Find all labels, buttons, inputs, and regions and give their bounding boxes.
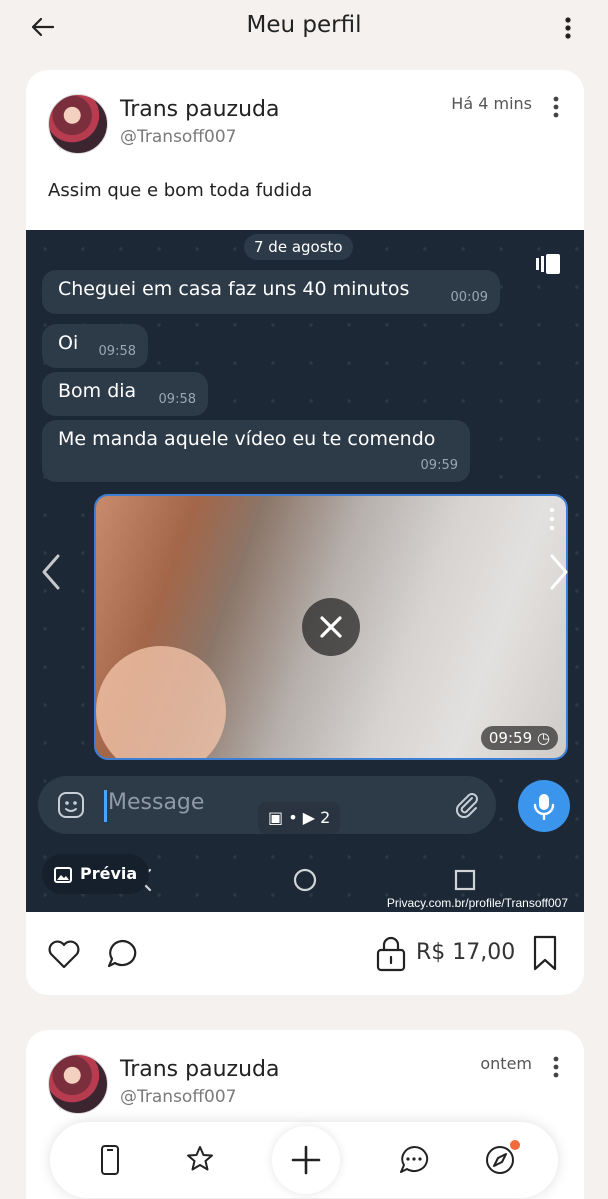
page-title: Meu perfil — [246, 12, 362, 38]
message-text: Cheguei em casa faz uns 40 minutos — [58, 278, 410, 300]
image-icon: ▣ — [268, 808, 284, 827]
author-handle[interactable]: @Transoff007 — [120, 1087, 237, 1107]
date-chip: 7 de agosto — [244, 234, 353, 260]
message-bubble: Bom dia 09:58 — [42, 372, 208, 416]
post-media[interactable]: 7 de agosto Cheguei em casa faz uns 40 m… — [26, 230, 584, 912]
avatar[interactable] — [48, 1054, 108, 1114]
phone-icon[interactable] — [92, 1142, 128, 1178]
star-icon[interactable] — [182, 1142, 218, 1178]
dot-separator: • — [288, 808, 303, 827]
chevron-left-icon[interactable] — [38, 552, 64, 592]
heart-icon[interactable] — [46, 936, 82, 972]
message-time: 09:58 — [158, 392, 196, 407]
message-text: Me manda aquele vídeo eu te comendo — [58, 428, 436, 450]
message-bubble: Me manda aquele vídeo eu te comendo 09:5… — [42, 420, 470, 482]
author-name[interactable]: Trans pauzuda — [120, 1057, 279, 1082]
sticker-icon[interactable] — [56, 790, 86, 820]
message-input[interactable]: Message — [108, 790, 204, 815]
more-options-icon[interactable] — [556, 14, 580, 42]
message-time: 09:59 — [420, 458, 458, 473]
message-text: Bom dia — [58, 380, 137, 402]
video-thumbnail[interactable]: 09:59 ◷ — [94, 494, 568, 760]
media-count: 2 — [320, 808, 331, 827]
stack-icon — [536, 254, 560, 274]
post-card: Trans pauzuda @Transoff007 Há 4 mins Ass… — [26, 70, 584, 995]
comment-icon[interactable] — [104, 936, 140, 972]
clock-icon: ◷ — [536, 729, 550, 747]
message-bubble: Cheguei em casa faz uns 40 minutos 00:09 — [42, 270, 500, 314]
video-time: 09:59 — [488, 729, 533, 747]
explore-button[interactable] — [482, 1140, 520, 1178]
mic-button[interactable] — [518, 780, 570, 832]
author-handle[interactable]: @Transoff007 — [120, 127, 237, 147]
post-price[interactable]: R$ 17,00 — [416, 940, 515, 965]
preview-label: Prévia — [80, 864, 138, 883]
post-time: Há 4 mins — [451, 94, 532, 113]
media-counter: ▣ • ▶ 2 — [258, 802, 341, 834]
bottom-nav — [50, 1122, 558, 1198]
mic-icon — [533, 794, 555, 820]
message-time: 09:58 — [98, 344, 136, 359]
message-time: 00:09 — [450, 290, 488, 305]
post-time: ontem — [480, 1054, 532, 1073]
top-bar: Meu perfil — [0, 0, 608, 56]
paperclip-icon[interactable] — [452, 790, 482, 820]
chat-icon[interactable] — [396, 1142, 432, 1178]
post-actions: R$ 17,00 — [26, 930, 584, 980]
author-name[interactable]: Trans pauzuda — [120, 97, 279, 122]
notification-dot — [510, 1140, 520, 1150]
video-more-icon[interactable] — [548, 506, 556, 532]
post-more-icon[interactable] — [546, 1054, 566, 1080]
video-time-badge: 09:59 ◷ — [480, 726, 558, 750]
text-cursor — [104, 790, 107, 822]
post-caption: Assim que e bom toda fudida — [48, 180, 313, 201]
video-blur — [96, 646, 226, 758]
watermark: Privacy.com.br/profile/Transoff007 — [386, 896, 568, 910]
message-text: Oi — [58, 332, 79, 354]
message-bubble: Oi 09:58 — [42, 324, 148, 368]
plus-icon — [291, 1145, 321, 1175]
bookmark-icon[interactable] — [530, 934, 560, 972]
preview-badge: Prévia — [42, 854, 150, 894]
post-more-icon[interactable] — [546, 94, 566, 120]
close-button[interactable] — [302, 598, 360, 656]
close-icon — [320, 616, 342, 638]
chevron-right-icon[interactable] — [546, 552, 572, 592]
avatar[interactable] — [48, 94, 108, 154]
image-icon — [54, 866, 72, 883]
lock-icon[interactable] — [374, 934, 408, 972]
play-icon: ▶ — [302, 808, 316, 827]
create-post-button[interactable] — [272, 1126, 340, 1194]
